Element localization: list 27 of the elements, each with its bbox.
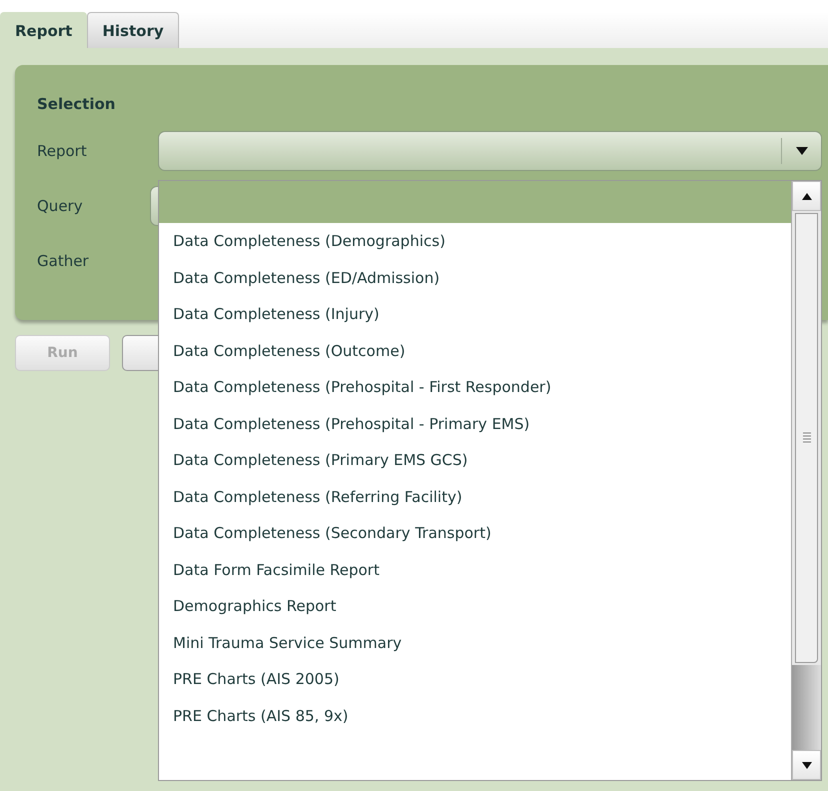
dropdown-option[interactable]: Data Completeness (Injury) [159, 296, 791, 332]
field-label: Gather [37, 250, 90, 272]
select-field[interactable] [158, 131, 822, 171]
section-heading: Selection [37, 94, 116, 115]
dropdown-option[interactable]: PRE Charts (AIS 2005) [159, 661, 791, 698]
dropdown-option[interactable]: Data Completeness (Secondary Transport) [159, 515, 791, 552]
dropdown-option[interactable]: Data Completeness (Primary EMS GCS) [159, 442, 791, 478]
scroll-down-icon [802, 762, 812, 768]
grip-icon [802, 432, 810, 444]
dropdown-option[interactable]: Data Form Facsimile Report [159, 552, 791, 588]
dropdown-option[interactable]: Mini Trauma Service Summary [159, 624, 791, 661]
dropdown-option[interactable]: Data Completeness (ED/Admission) [159, 260, 791, 296]
dropdown-option[interactable]: Data Completeness (Referring Facility) [159, 478, 791, 515]
dropdown-option[interactable]: Demographics Report [159, 588, 791, 624]
field-label: Report [37, 140, 88, 162]
dropdown-option[interactable]: PRE Charts (AIS 85, 9x) [159, 698, 791, 734]
scrollbar[interactable] [791, 181, 821, 780]
field-label: Query [37, 196, 84, 217]
dropdown-arrow-icon [796, 147, 808, 155]
scroll-up-icon [802, 192, 812, 200]
tab[interactable]: History [87, 12, 179, 48]
dropdown-option[interactable]: Data Completeness (Demographics) [159, 223, 791, 260]
tab[interactable]: Report [0, 12, 88, 48]
scrollbar-thumb[interactable] [795, 213, 818, 663]
dropdown-option[interactable]: Data Completeness (Prehospital - First Responder) [159, 369, 791, 406]
dropdown-option[interactable]: Data Completeness (Outcome) [159, 332, 791, 369]
dropdown-option[interactable]: Data Completeness (Prehospital - Primary EMS) [159, 406, 791, 442]
